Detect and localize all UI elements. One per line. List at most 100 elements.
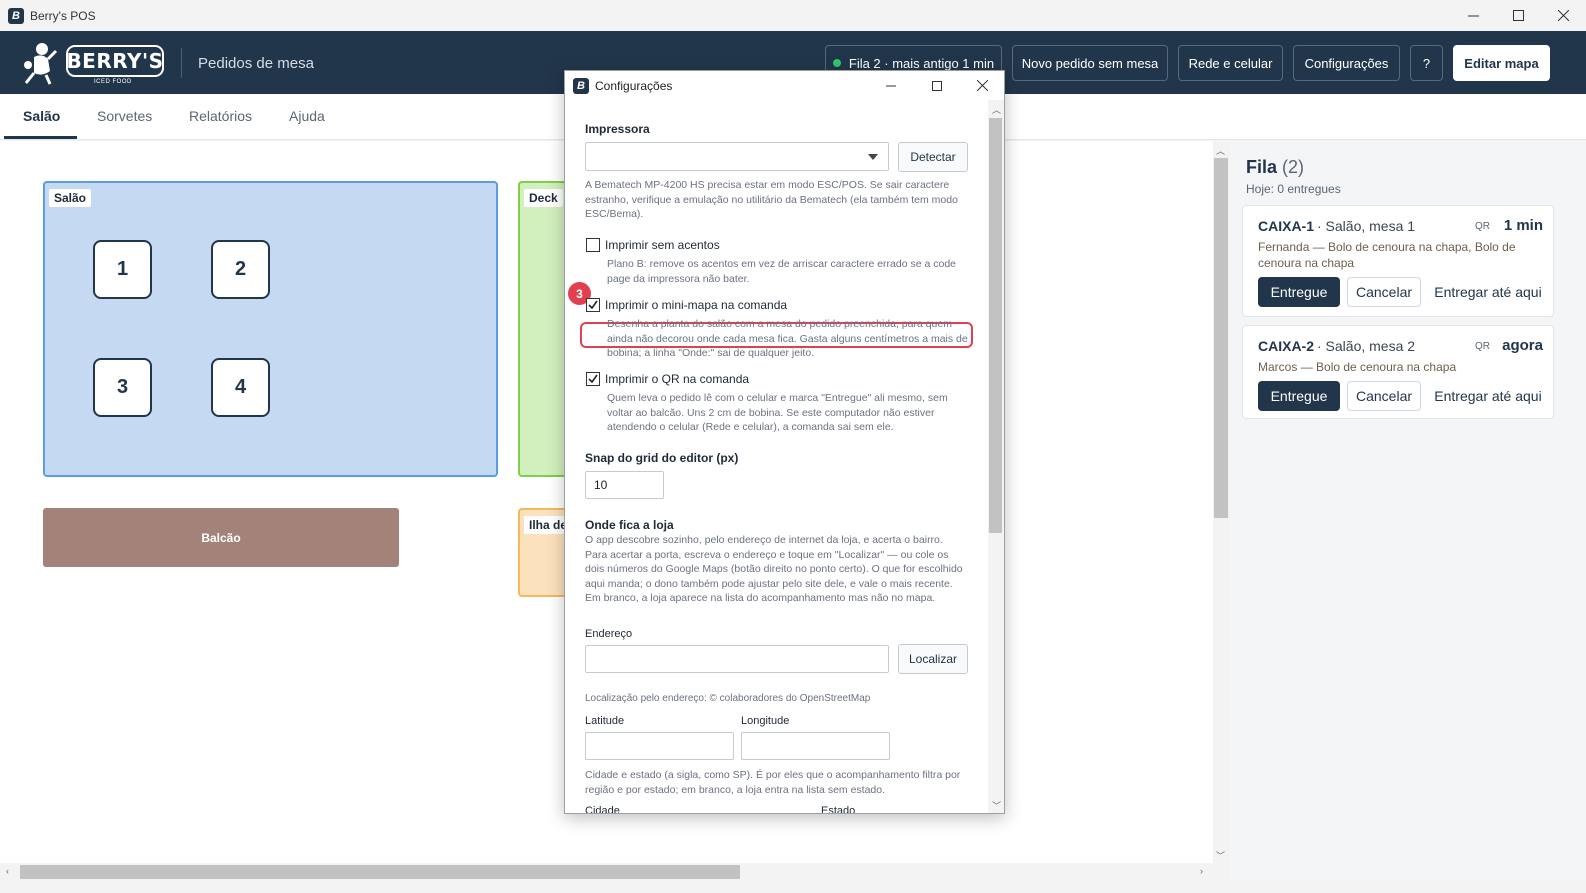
order-time: 1 min xyxy=(1503,217,1543,234)
location-heading: Onde fica a loja xyxy=(585,518,674,532)
snap-input[interactable]: 10 xyxy=(585,471,664,499)
order-items: — Bolo de cenoura na chapa xyxy=(1300,360,1457,374)
printer-select[interactable] xyxy=(585,142,889,171)
zone-label: Salão xyxy=(49,189,92,207)
order-card: CAIXA-2 · Salão, mesa 2 QR agora Marcos … xyxy=(1242,325,1554,419)
qr-label[interactable]: Imprimir o QR na comanda xyxy=(605,372,749,386)
deliver-button[interactable]: Entregue xyxy=(1258,277,1340,307)
app-icon: B xyxy=(573,77,589,94)
printer-label: Impressora xyxy=(585,122,650,136)
scroll-up-icon[interactable]: ︿ xyxy=(1216,144,1225,157)
queue-subtitle: Hoje: 0 entregues xyxy=(1246,182,1341,196)
qr-badge: QR xyxy=(1475,221,1490,232)
location-help: O app descobre sozinho, pelo endereço de… xyxy=(585,534,963,605)
dialog-minimize-button[interactable] xyxy=(868,71,914,100)
map-horizontal-scroll-thumb[interactable] xyxy=(20,865,740,879)
zone-label: Deck xyxy=(524,189,563,207)
window-controls xyxy=(1451,0,1586,31)
minimize-icon xyxy=(1468,15,1479,17)
edit-map-button[interactable]: Editar mapa xyxy=(1453,45,1550,81)
counter-zone[interactable]: Balcão xyxy=(43,508,399,567)
latitude-label: Latitude xyxy=(585,715,625,727)
order-place: · Salão, mesa 2 xyxy=(1317,338,1416,354)
locate-button[interactable]: Localizar xyxy=(898,644,968,674)
qr-badge: QR xyxy=(1475,341,1490,352)
deliver-button[interactable]: Entregue xyxy=(1258,381,1340,411)
queue-title: Fila (2) xyxy=(1246,157,1304,178)
dialog-close-button[interactable] xyxy=(959,71,1004,100)
order-customer: Marcos xyxy=(1258,360,1298,374)
dialog-scroll-thumb[interactable] xyxy=(989,118,1002,533)
cancel-button[interactable]: Cancelar xyxy=(1347,277,1421,307)
scroll-right-icon[interactable]: › xyxy=(1200,866,1203,876)
queue-panel: Fila (2) Hoje: 0 entregues CAIXA-1 · Sal… xyxy=(1230,141,1586,881)
scroll-down-icon[interactable]: ﹀ xyxy=(992,799,1001,812)
cancel-button[interactable]: Cancelar xyxy=(1347,381,1421,411)
scroll-down-icon[interactable]: ﹀ xyxy=(1216,849,1225,862)
scroll-up-icon[interactable]: ︿ xyxy=(992,103,1001,116)
map-vertical-scroll-thumb[interactable] xyxy=(1214,158,1228,518)
city-label: Cidade xyxy=(585,805,620,814)
printer-help: A Bematech MP-4200 HS precisa estar em m… xyxy=(585,179,958,221)
snap-label: Snap do grid do editor (px) xyxy=(585,451,739,465)
maximize-button[interactable] xyxy=(1496,0,1541,31)
maximize-icon xyxy=(932,80,942,91)
minimize-button[interactable] xyxy=(1451,0,1496,31)
address-input[interactable] xyxy=(585,645,889,673)
deliver-up-to-here-button[interactable]: Entregar até aqui xyxy=(1429,277,1547,307)
state-label: Estado xyxy=(821,805,856,814)
longitude-input[interactable] xyxy=(741,732,890,760)
network-button[interactable]: Rede e celular xyxy=(1178,45,1283,81)
order-description: Fernanda — Bolo de cenoura na chapa, Bol… xyxy=(1258,239,1543,271)
table-2[interactable]: 2 xyxy=(211,240,270,299)
zone-salao[interactable]: Salão 1 2 3 4 xyxy=(43,181,498,477)
dialog-maximize-button[interactable] xyxy=(914,71,960,100)
longitude-label: Longitude xyxy=(741,715,790,727)
mascot-icon xyxy=(24,43,58,85)
new-order-button[interactable]: Novo pedido sem mesa xyxy=(1012,45,1168,81)
order-code: CAIXA-2 xyxy=(1258,338,1315,354)
scroll-left-icon[interactable]: ‹ xyxy=(6,866,9,876)
order-code: CAIXA-1 xyxy=(1258,218,1315,234)
no-accents-help: Plano B: remove os acentos em vez de arr… xyxy=(607,258,957,285)
no-accents-label[interactable]: Imprimir sem acentos xyxy=(605,238,720,252)
osm-attribution: Localização pelo endereço: © colaborador… xyxy=(585,693,871,704)
latitude-input[interactable] xyxy=(585,732,734,760)
close-icon xyxy=(1558,10,1569,21)
minimap-label[interactable]: Imprimir o mini-mapa na comanda xyxy=(605,298,787,312)
table-4[interactable]: 4 xyxy=(211,358,270,417)
city-help: Cidade e estado (a sigla, como SP). É po… xyxy=(585,769,961,796)
order-time: agora xyxy=(1502,337,1543,354)
order-customer: Fernanda xyxy=(1258,240,1310,254)
close-button[interactable] xyxy=(1541,0,1586,31)
dialog-body: Impressora Detectar A Bematech MP-4200 H… xyxy=(565,100,988,814)
app-icon: B xyxy=(8,7,24,24)
logo-wordmark: BERRY'S xyxy=(66,45,164,77)
qr-checkbox[interactable] xyxy=(586,372,600,386)
chevron-down-icon xyxy=(868,154,878,160)
settings-button[interactable]: Configurações xyxy=(1293,45,1400,81)
order-place: · Salão, mesa 1 xyxy=(1317,218,1416,234)
queue-title-text: Fila xyxy=(1246,157,1278,177)
tab-ajuda[interactable]: Ajuda xyxy=(289,108,325,124)
logo-subtitle: ICED FOOD xyxy=(94,79,132,85)
help-button[interactable]: ? xyxy=(1410,45,1443,81)
tab-relatorios[interactable]: Relatórios xyxy=(189,108,252,124)
checkmark-icon xyxy=(588,300,598,310)
deliver-up-to-here-button[interactable]: Entregar até aqui xyxy=(1429,381,1547,411)
tab-salao[interactable]: Salão xyxy=(23,108,60,124)
address-label: Endereço xyxy=(585,628,633,640)
minimap-checkbox[interactable] xyxy=(586,298,600,312)
no-accents-checkbox[interactable] xyxy=(586,238,600,252)
queue-status-label: Fila 2 · mais antigo 1 min xyxy=(848,55,995,71)
dialog-title: Configurações xyxy=(595,78,673,93)
detect-printer-button[interactable]: Detectar xyxy=(898,142,968,172)
table-3[interactable]: 3 xyxy=(93,358,152,417)
berrys-logo: BERRY'S ICED FOOD xyxy=(16,37,166,89)
minimap-help: Desenha a planta do salão com a mesa do … xyxy=(607,318,968,360)
table-1[interactable]: 1 xyxy=(93,240,152,299)
tab-sorvetes[interactable]: Sorvetes xyxy=(97,108,152,124)
qr-help: Quem leva o pedido lê com o celular e ma… xyxy=(607,392,948,434)
page-title: Pedidos de mesa xyxy=(198,55,314,72)
maximize-icon xyxy=(1513,10,1524,21)
